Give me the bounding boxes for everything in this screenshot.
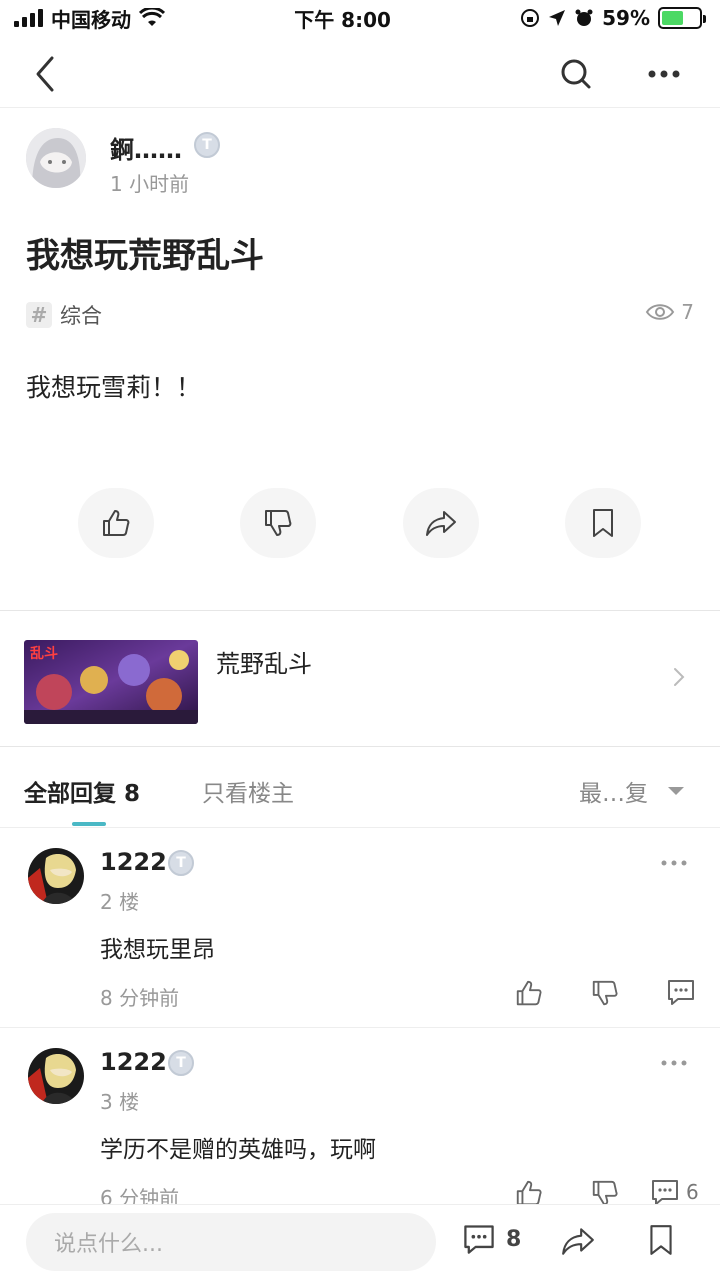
comment-count: 8 bbox=[506, 1226, 522, 1252]
reply-tabs: 全部回复 8 只看楼主 最…复 bbox=[0, 750, 720, 828]
view-count-value: 7 bbox=[681, 300, 694, 324]
level-badge-icon: T bbox=[194, 132, 220, 158]
status-bar: 中国移动 下午 8:00 59% bbox=[0, 0, 720, 36]
comment-reply-count: 6 bbox=[686, 1180, 699, 1204]
tag-label: 综合 bbox=[60, 304, 102, 328]
comment-input[interactable]: 说点什么... bbox=[26, 1213, 436, 1271]
avatar[interactable] bbox=[26, 128, 86, 188]
comment-icon bbox=[652, 1180, 678, 1204]
comment-item: 1222 T 2 楼 我想玩里昂 8 分钟前 bbox=[0, 828, 720, 1028]
share-button[interactable] bbox=[403, 488, 479, 558]
thumbs-up-icon bbox=[103, 510, 130, 536]
comment-time: 8 分钟前 bbox=[100, 986, 180, 1010]
battery-percent: 59% bbox=[602, 6, 650, 30]
level-badge-icon: T bbox=[168, 850, 194, 876]
post-body: 我想玩雪莉！！ bbox=[26, 373, 202, 402]
like-button[interactable] bbox=[78, 488, 154, 558]
comment-text: 学历不是赠的英雄吗，玩啊 bbox=[100, 1137, 376, 1163]
comment-input-placeholder: 说点什么... bbox=[54, 1232, 163, 1257]
avatar[interactable] bbox=[28, 1048, 84, 1104]
comment-time: 6 分钟前 bbox=[100, 1186, 180, 1204]
thumbs-up-icon[interactable] bbox=[514, 978, 544, 1008]
post-tag[interactable]: # 综合 bbox=[26, 300, 102, 330]
sort-label: 最…复 bbox=[579, 781, 648, 807]
post-time: 1 小时前 bbox=[110, 172, 190, 196]
bookmark-icon bbox=[593, 509, 613, 537]
post-actions bbox=[0, 488, 720, 558]
game-card[interactable]: 乱斗 荒野乱斗 bbox=[0, 624, 720, 744]
more-icon[interactable] bbox=[660, 1058, 688, 1068]
search-icon[interactable] bbox=[556, 54, 596, 94]
carrier-label: 中国移动 bbox=[51, 7, 131, 32]
thumbs-up-icon[interactable] bbox=[514, 1178, 544, 1204]
alarm-icon bbox=[575, 9, 593, 26]
bottom-bar: 说点什么... 8 bbox=[0, 1204, 720, 1280]
share-icon[interactable] bbox=[560, 1225, 596, 1257]
divider bbox=[0, 746, 720, 747]
back-icon[interactable] bbox=[28, 54, 64, 94]
comment-reply-button[interactable]: 6 bbox=[650, 1178, 699, 1204]
comment-author[interactable]: 1222 bbox=[100, 848, 167, 876]
share-icon bbox=[426, 511, 456, 536]
divider bbox=[0, 610, 720, 611]
eye-icon bbox=[646, 304, 675, 320]
battery-icon bbox=[658, 7, 706, 29]
game-thumb-logo: 乱斗 bbox=[30, 645, 58, 662]
tab-op-only[interactable]: 只看楼主 bbox=[202, 774, 294, 808]
comment-text: 我想玩里昂 bbox=[100, 937, 215, 963]
top-nav bbox=[0, 40, 720, 108]
clock: 下午 8:00 bbox=[294, 7, 391, 32]
game-thumbnail: 乱斗 bbox=[24, 640, 198, 724]
post-author: 錒…… T 1 小时前 bbox=[26, 126, 706, 196]
avatar[interactable] bbox=[28, 848, 84, 904]
more-icon[interactable] bbox=[644, 54, 684, 94]
hash-icon: # bbox=[26, 302, 52, 328]
comment-reply-button[interactable] bbox=[666, 978, 702, 1006]
view-count: 7 bbox=[645, 300, 694, 324]
comment-floor: 3 楼 bbox=[100, 1090, 140, 1114]
game-name: 荒野乱斗 bbox=[216, 650, 312, 678]
comment-icon bbox=[668, 980, 694, 1005]
comments-button[interactable]: 8 bbox=[462, 1223, 521, 1255]
tab-all-replies[interactable]: 全部回复 8 bbox=[24, 774, 140, 808]
author-name[interactable]: 錒…… bbox=[110, 130, 182, 165]
location-icon bbox=[549, 10, 566, 26]
signal-icon bbox=[14, 9, 43, 27]
chevron-right-icon bbox=[674, 668, 685, 686]
tab-all-count: 8 bbox=[124, 781, 141, 807]
post-title: 我想玩荒野乱斗 bbox=[26, 236, 264, 276]
wifi-icon bbox=[139, 8, 165, 26]
comment-floor: 2 楼 bbox=[100, 890, 140, 914]
dislike-button[interactable] bbox=[240, 488, 316, 558]
lock-rotation-icon bbox=[521, 9, 540, 27]
bookmark-button[interactable] bbox=[565, 488, 641, 558]
thumbs-down-icon bbox=[265, 510, 292, 536]
caret-down-icon bbox=[668, 787, 684, 795]
level-badge-icon: T bbox=[168, 1050, 194, 1076]
sort-dropdown[interactable]: 最…复 bbox=[579, 774, 684, 808]
tab-all-label: 全部回复 bbox=[24, 781, 116, 807]
comment-icon bbox=[464, 1225, 494, 1254]
more-icon[interactable] bbox=[660, 858, 688, 868]
thumbs-down-icon[interactable] bbox=[590, 978, 620, 1008]
comment-item: 1222 T 3 楼 学历不是赠的英雄吗，玩啊 6 分钟前 6 bbox=[0, 1028, 720, 1204]
comment-author[interactable]: 1222 bbox=[100, 1048, 167, 1076]
thumbs-down-icon[interactable] bbox=[590, 1178, 620, 1204]
bookmark-icon[interactable] bbox=[646, 1223, 676, 1257]
tab-active-indicator bbox=[72, 822, 106, 826]
